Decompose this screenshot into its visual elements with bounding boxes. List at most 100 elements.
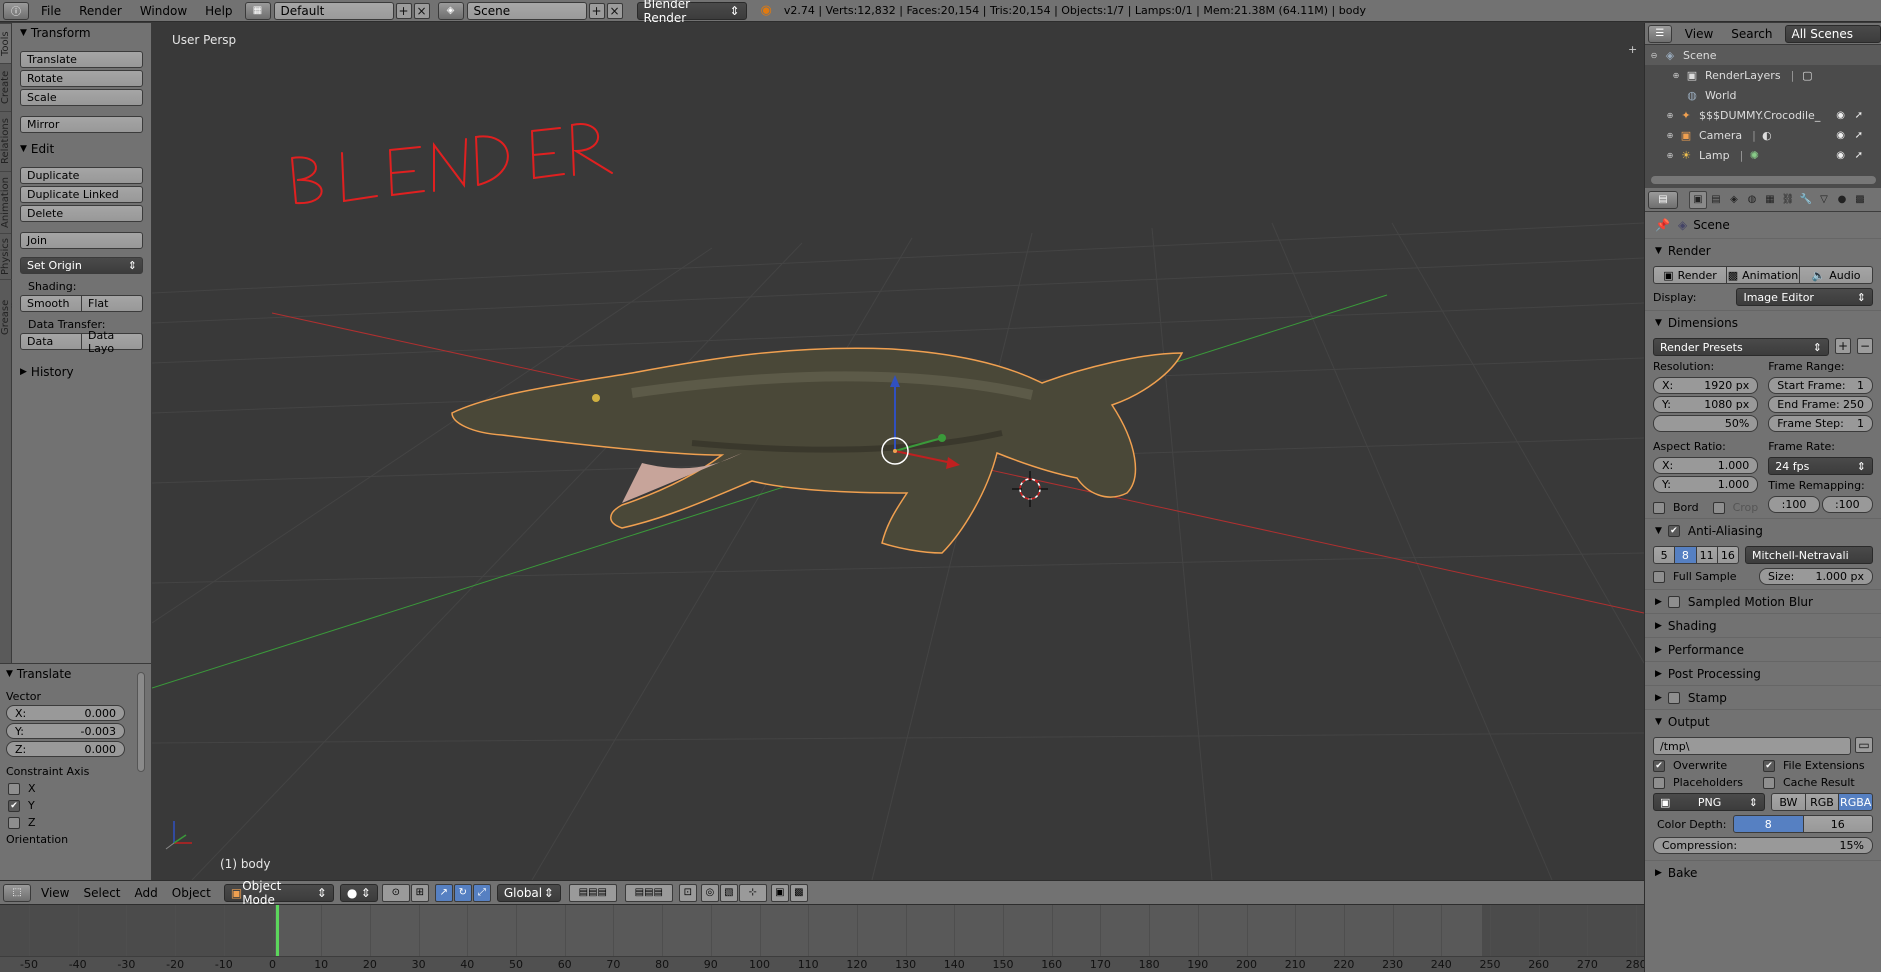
- checkbox-unchecked[interactable]: [8, 816, 20, 829]
- constraint-y-row[interactable]: ✔ Y: [8, 799, 143, 812]
- full-sample-checkbox-row[interactable]: Full Sample: [1653, 570, 1749, 583]
- outliner-search-menu[interactable]: Search: [1723, 27, 1780, 41]
- render-animation-button[interactable]: ▩ Animation: [1727, 266, 1800, 284]
- resolution-x-field[interactable]: X: 1920 px: [1653, 377, 1759, 394]
- proportional-edit-button[interactable]: ◎: [700, 883, 719, 902]
- checkbox-checked-icon[interactable]: ✔: [1653, 759, 1665, 772]
- data-context-icon[interactable]: ▽: [1815, 191, 1833, 209]
- checkbox-unchecked[interactable]: [1653, 501, 1665, 514]
- menu-render[interactable]: Render: [70, 4, 131, 18]
- transform-orientation-dropdown[interactable]: Global ⇕: [496, 883, 561, 902]
- remap-old-field[interactable]: :100: [1768, 496, 1820, 513]
- properties-editor-type-button[interactable]: ▤: [1648, 190, 1678, 209]
- rotate-button[interactable]: Rotate: [20, 70, 143, 87]
- tab-tools[interactable]: Tools: [0, 23, 11, 63]
- render-opengl-button[interactable]: ▣: [770, 883, 789, 902]
- outliner-item-dummy-crocodile[interactable]: ⊕ ✦ $$$DUMMY.Crocodile_ ◉ ➚: [1645, 105, 1881, 125]
- add-layout-button[interactable]: +: [395, 2, 412, 19]
- tab-relations[interactable]: Relations: [0, 111, 11, 171]
- info-editor-type-button[interactable]: ⓘ: [3, 1, 29, 20]
- outliner-item-lamp[interactable]: ⊕ ☀ Lamp | ✺ ◉ ➚: [1645, 145, 1881, 165]
- manipulator-toggle-button[interactable]: ⊞: [410, 883, 429, 902]
- display-dropdown[interactable]: Image Editor ⇕: [1736, 288, 1873, 306]
- checkbox-unchecked[interactable]: [1653, 776, 1665, 789]
- world-context-icon[interactable]: ◍: [1743, 191, 1761, 209]
- render-presets-dropdown[interactable]: Render Presets ⇕: [1653, 338, 1829, 356]
- add-preset-button[interactable]: +: [1835, 338, 1851, 354]
- cache-result-checkbox-row[interactable]: Cache Result: [1763, 776, 1873, 789]
- scene-name-field[interactable]: Scene: [466, 1, 587, 20]
- remap-new-field[interactable]: :100: [1821, 496, 1873, 513]
- overwrite-checkbox-row[interactable]: ✔ Overwrite: [1653, 759, 1763, 772]
- color-mode-rgb[interactable]: RGB: [1805, 793, 1840, 811]
- anti-aliasing-checkbox-icon[interactable]: ✔: [1667, 524, 1680, 537]
- visibility-eye-icon[interactable]: ◉: [1836, 130, 1845, 141]
- render-panel-header[interactable]: ▼ Render: [1645, 238, 1881, 262]
- color-mode-bw[interactable]: BW: [1771, 793, 1806, 811]
- object-context-icon[interactable]: ▦: [1761, 191, 1779, 209]
- set-origin-dropdown[interactable]: Set Origin ⇕: [20, 257, 143, 274]
- shading-panel-header[interactable]: ▶ Shading: [1645, 613, 1881, 637]
- bake-panel-header[interactable]: ▶ Bake: [1645, 860, 1881, 884]
- outliner-view-menu[interactable]: View: [1675, 27, 1723, 41]
- crocodile-model[interactable]: [451, 347, 1184, 554]
- edit-panel-header[interactable]: ▼ Edit: [12, 139, 151, 159]
- color-mode-rgba[interactable]: RGBA: [1839, 793, 1874, 811]
- selectability-cursor-icon[interactable]: ➚: [1855, 110, 1863, 121]
- collapse-icon[interactable]: ⊖: [1649, 51, 1659, 60]
- filter-size-field[interactable]: Size: 1.000 px: [1759, 568, 1873, 585]
- vector-z-field[interactable]: Z: 0.000: [6, 741, 125, 757]
- render-engine-dropdown[interactable]: Blender Render ⇕: [636, 0, 747, 25]
- aa-sample-11[interactable]: 11: [1696, 546, 1718, 564]
- scale-manipulator-button[interactable]: ⤢: [472, 883, 491, 902]
- resolution-percentage-field[interactable]: 50%: [1653, 415, 1759, 432]
- menu-view[interactable]: View: [34, 886, 76, 900]
- file-format-dropdown[interactable]: ▣ PNG ⇕: [1653, 793, 1765, 811]
- checkbox-unchecked[interactable]: [1667, 691, 1680, 704]
- resolution-y-field[interactable]: Y: 1080 px: [1653, 396, 1759, 413]
- aa-sample-5[interactable]: 5: [1653, 546, 1676, 564]
- operator-scrollbar[interactable]: [137, 672, 145, 772]
- remove-layout-button[interactable]: ×: [413, 2, 430, 19]
- render-audio-button[interactable]: 🔈 Audio: [1800, 266, 1873, 284]
- aspect-x-field[interactable]: X: 1.000: [1653, 457, 1759, 474]
- color-depth-8[interactable]: 8: [1733, 815, 1804, 833]
- file-extensions-checkbox-row[interactable]: ✔ File Extensions: [1763, 759, 1873, 772]
- render-image-button[interactable]: ▣ Render: [1653, 266, 1727, 284]
- aa-filter-dropdown[interactable]: Mitchell-Netravali: [1745, 546, 1873, 564]
- placeholders-checkbox-row[interactable]: Placeholders: [1653, 776, 1763, 789]
- visibility-eye-icon[interactable]: ◉: [1836, 150, 1845, 161]
- stamp-panel-header[interactable]: ▶ Stamp: [1645, 685, 1881, 709]
- outliner-item-world[interactable]: ◍ World: [1645, 85, 1881, 105]
- end-frame-field[interactable]: End Frame: 250: [1768, 396, 1873, 413]
- constraint-x-row[interactable]: X: [8, 782, 143, 795]
- duplicate-linked-button[interactable]: Duplicate Linked: [20, 186, 143, 203]
- modifiers-context-icon[interactable]: 🔧: [1797, 191, 1815, 209]
- anti-aliasing-panel-header[interactable]: ▼ ✔ Anti-Aliasing: [1645, 518, 1881, 542]
- frame-rate-dropdown[interactable]: 24 fps ⇕: [1768, 457, 1873, 475]
- mirror-button[interactable]: Mirror: [20, 116, 143, 133]
- checkbox-checked-icon[interactable]: ✔: [1763, 759, 1775, 772]
- folder-browse-icon[interactable]: ▭: [1855, 737, 1873, 753]
- shade-smooth-button[interactable]: Smooth: [20, 295, 82, 312]
- operator-panel-header[interactable]: ▼ Translate: [0, 664, 151, 684]
- pivot-point-button[interactable]: ⊙: [381, 883, 410, 902]
- delete-button[interactable]: Delete: [20, 205, 143, 222]
- render-animation-button[interactable]: ▩: [789, 883, 808, 902]
- start-frame-field[interactable]: Start Frame: 1: [1768, 377, 1873, 394]
- sampled-motion-blur-panel-header[interactable]: ▶ Sampled Motion Blur: [1645, 589, 1881, 613]
- menu-window[interactable]: Window: [131, 4, 196, 18]
- lock-layers-button[interactable]: ⊡: [678, 883, 697, 902]
- checkbox-unchecked[interactable]: [1653, 570, 1665, 583]
- outliner-item-camera[interactable]: ⊕ ▣ Camera | ◐ ◉ ➚: [1645, 125, 1881, 145]
- selectability-cursor-icon[interactable]: ➚: [1855, 150, 1863, 161]
- tab-create[interactable]: Create: [0, 63, 11, 111]
- checkbox-unchecked[interactable]: [8, 782, 20, 795]
- remove-preset-button[interactable]: −: [1857, 338, 1873, 354]
- data-transfer-button[interactable]: Data: [20, 333, 82, 350]
- material-context-icon[interactable]: ●: [1833, 191, 1851, 209]
- menu-select[interactable]: Select: [76, 886, 127, 900]
- dimensions-panel-header[interactable]: ▼ Dimensions: [1645, 310, 1881, 334]
- aspect-y-field[interactable]: Y: 1.000: [1653, 476, 1759, 493]
- checkbox-checked-icon[interactable]: ✔: [8, 799, 20, 812]
